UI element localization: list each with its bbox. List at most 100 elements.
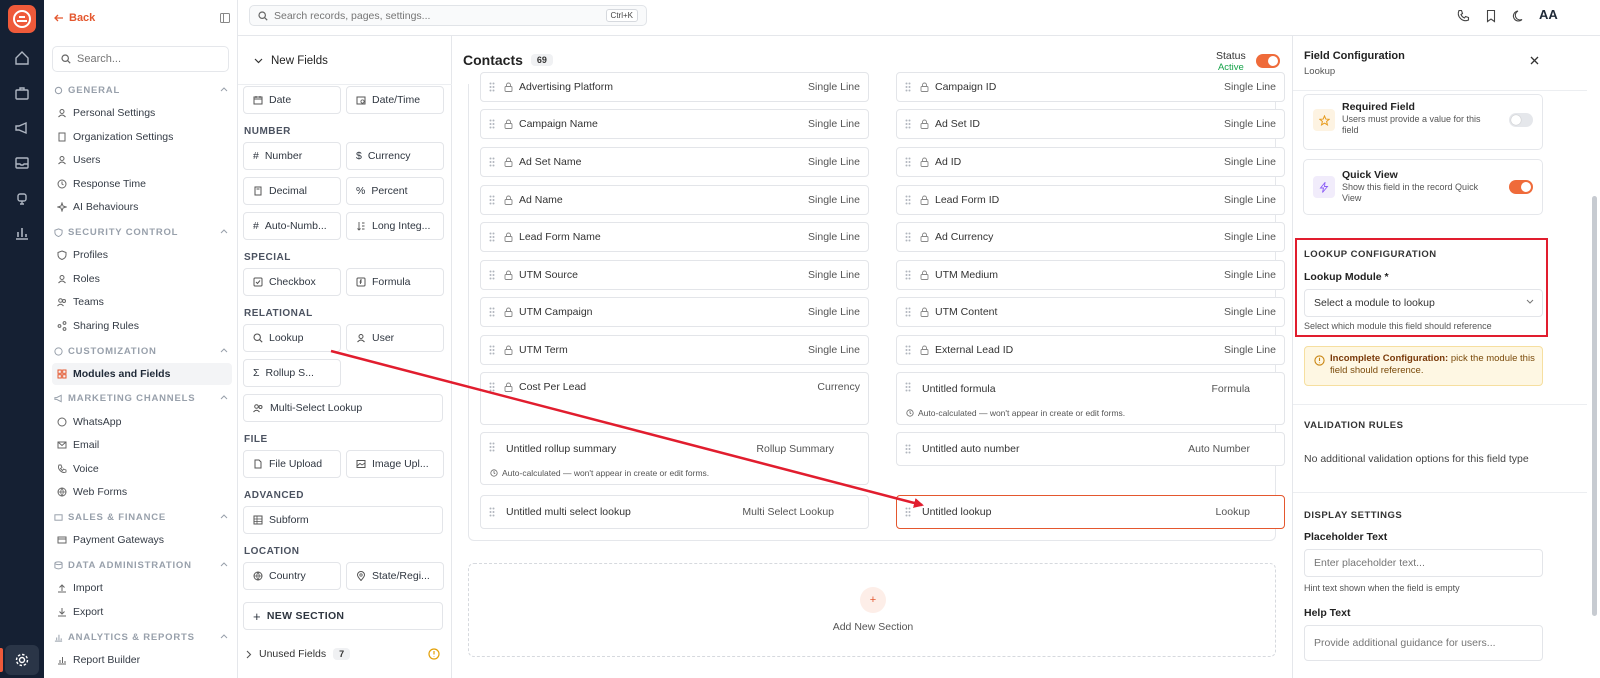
drag-handle-icon[interactable] — [489, 157, 495, 167]
sidebar-item-email[interactable]: Email — [52, 434, 232, 456]
drag-handle-icon[interactable] — [905, 232, 911, 242]
drag-handle-icon[interactable] — [905, 307, 911, 317]
field-type-image-upload[interactable]: Image Upl... — [346, 450, 444, 478]
field-row[interactable]: Cost Per Lead Currency — [480, 372, 869, 425]
drag-handle-icon[interactable] — [905, 157, 911, 167]
field-row-untitled-formula[interactable]: Untitled formula Formula Auto-calculated… — [896, 372, 1285, 425]
sidebar-item-users[interactable]: Users — [52, 149, 232, 171]
drag-handle-icon[interactable] — [905, 444, 911, 454]
section-analytics-reports[interactable]: ANALYTICS & REPORTS — [54, 632, 228, 643]
quick-view-toggle[interactable] — [1509, 180, 1533, 194]
section-sales-finance[interactable]: SALES & FINANCE — [54, 512, 228, 523]
field-type-multi-select-lookup[interactable]: Multi-Select Lookup — [243, 394, 443, 422]
settings-rail-item[interactable] — [5, 645, 39, 675]
field-type-decimal[interactable]: Decimal — [243, 177, 341, 205]
phone-icon[interactable] — [1456, 9, 1470, 23]
sidebar-item-web-forms[interactable]: Web Forms — [52, 481, 232, 503]
field-row[interactable]: Lead Form ID Single Line — [896, 185, 1285, 215]
bookmark-icon[interactable] — [1484, 9, 1498, 23]
field-row[interactable]: Campaign Name Single Line — [480, 109, 869, 139]
drag-handle-icon[interactable] — [905, 507, 911, 517]
placeholder-text-input[interactable] — [1304, 549, 1543, 577]
panel-scrollbar[interactable] — [1592, 196, 1597, 616]
field-type-user[interactable]: User — [346, 324, 444, 352]
close-icon[interactable] — [1530, 56, 1539, 65]
new-fields-toggle[interactable]: New Fields — [254, 55, 328, 67]
drag-handle-icon[interactable] — [489, 442, 495, 452]
sidebar-item-import[interactable]: Import — [52, 577, 232, 599]
megaphone-icon[interactable] — [14, 120, 30, 136]
field-row[interactable]: External Lead ID Single Line — [896, 335, 1285, 365]
sidebar-item-voice[interactable]: Voice — [52, 458, 232, 480]
app-logo-icon[interactable] — [8, 5, 36, 33]
new-section-button[interactable]: + NEW SECTION — [243, 602, 443, 630]
sidebar-item-roles[interactable]: Roles — [52, 268, 232, 290]
field-row[interactable]: UTM Content Single Line — [896, 297, 1285, 327]
drag-handle-icon[interactable] — [489, 195, 495, 205]
drag-handle-icon[interactable] — [489, 119, 495, 129]
section-marketing-channels[interactable]: MARKETING CHANNELS — [54, 393, 228, 404]
user-avatar[interactable]: AA — [1539, 7, 1558, 22]
field-row-untitled-multi-select-lookup[interactable]: Untitled multi select lookup Multi Selec… — [480, 495, 869, 529]
sidebar-item-sharing-rules[interactable]: Sharing Rules — [52, 315, 232, 337]
field-row-untitled-auto-number[interactable]: Untitled auto number Auto Number — [896, 432, 1285, 466]
field-type-percent[interactable]: % Percent — [346, 177, 444, 205]
sidebar-search[interactable] — [52, 46, 229, 72]
drag-handle-icon[interactable] — [905, 345, 911, 355]
drag-handle-icon[interactable] — [489, 270, 495, 280]
field-type-auto-number[interactable]: # Auto-Numb... — [243, 212, 341, 240]
sidebar-item-export[interactable]: Export — [52, 601, 232, 623]
field-type-formula[interactable]: Formula — [346, 268, 444, 296]
sidebar-item-organization-settings[interactable]: Organization Settings — [52, 126, 232, 148]
field-row-untitled-rollup-summary[interactable]: Untitled rollup summary Rollup Summary A… — [480, 432, 869, 485]
sidebar-item-profiles[interactable]: Profiles — [52, 244, 232, 266]
section-security-control[interactable]: SECURITY CONTROL — [54, 227, 228, 238]
drag-handle-icon[interactable] — [905, 195, 911, 205]
field-row[interactable]: Lead Form Name Single Line — [480, 222, 869, 252]
drag-handle-icon[interactable] — [489, 345, 495, 355]
sidebar-item-teams[interactable]: Teams — [52, 291, 232, 313]
sidebar-item-report-builder[interactable]: Report Builder — [52, 649, 232, 671]
home-icon[interactable] — [14, 50, 30, 66]
chart-icon[interactable] — [14, 225, 30, 241]
field-row[interactable]: Ad Set Name Single Line — [480, 147, 869, 177]
field-type-currency[interactable]: $ Currency — [346, 142, 444, 170]
field-type-file-upload[interactable]: File Upload — [243, 450, 341, 478]
help-text-input[interactable] — [1304, 625, 1543, 661]
drag-handle-icon[interactable] — [905, 382, 911, 392]
field-type-date[interactable]: Date — [243, 86, 341, 114]
drag-handle-icon[interactable] — [489, 232, 495, 242]
field-row[interactable]: UTM Term Single Line — [480, 335, 869, 365]
moon-icon[interactable] — [1512, 9, 1526, 23]
sidebar-item-response-time[interactable]: Response Time — [52, 173, 232, 195]
field-row[interactable]: Ad Currency Single Line — [896, 222, 1285, 252]
section-data-administration[interactable]: DATA ADMINISTRATION — [54, 560, 228, 571]
global-search[interactable]: Ctrl+K — [249, 5, 647, 26]
sidebar-item-modules-and-fields[interactable]: Modules and Fields — [52, 363, 232, 385]
field-type-country[interactable]: Country — [243, 562, 341, 590]
field-type-rollup-summary[interactable]: Σ Rollup S... — [243, 359, 341, 387]
sidebar-item-whatsapp[interactable]: WhatsApp — [52, 411, 232, 433]
field-type-number[interactable]: # Number — [243, 142, 341, 170]
field-type-subform[interactable]: Subform — [243, 506, 443, 534]
add-new-section[interactable]: + Add New Section — [468, 563, 1276, 657]
status-toggle[interactable] — [1256, 54, 1280, 68]
drag-handle-icon[interactable] — [489, 382, 495, 392]
required-toggle[interactable] — [1509, 113, 1533, 127]
unused-fields-toggle[interactable]: Unused Fields 7 — [246, 648, 351, 660]
field-type-lookup[interactable]: Lookup — [243, 324, 341, 352]
sidebar-item-payment-gateways[interactable]: Payment Gateways — [52, 529, 232, 551]
drag-handle-icon[interactable] — [489, 82, 495, 92]
sidebar-item-personal-settings[interactable]: Personal Settings — [52, 102, 232, 124]
field-type-state-region[interactable]: State/Regi... — [346, 562, 444, 590]
field-row[interactable]: Campaign ID Single Line — [896, 72, 1285, 102]
field-row[interactable]: Advertising Platform Single Line — [480, 72, 869, 102]
field-row[interactable]: UTM Campaign Single Line — [480, 297, 869, 327]
global-search-input[interactable] — [274, 9, 594, 22]
field-row[interactable]: UTM Source Single Line — [480, 260, 869, 290]
briefcase-icon[interactable] — [14, 85, 30, 101]
drag-handle-icon[interactable] — [905, 270, 911, 280]
drag-handle-icon[interactable] — [905, 119, 911, 129]
field-row-untitled-lookup[interactable]: Untitled lookup Lookup — [896, 495, 1285, 529]
drag-handle-icon[interactable] — [489, 307, 495, 317]
